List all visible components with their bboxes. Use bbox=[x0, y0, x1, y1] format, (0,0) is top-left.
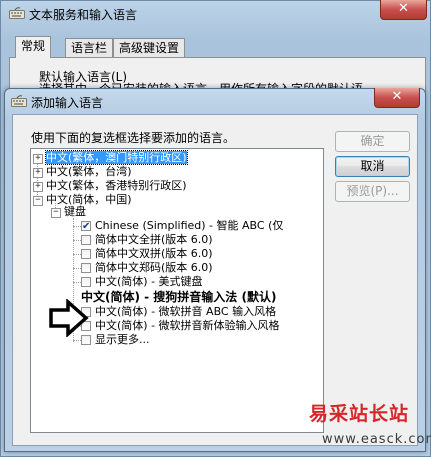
tab-advanced-key-settings[interactable]: 高级键设置 bbox=[113, 38, 186, 58]
tree-item-label: 中文(简体) - 微软拼音新体验输入风格 bbox=[95, 319, 280, 332]
tree-item-label: 中文(简体) - 微软拼音 ABC 输入风格 bbox=[95, 305, 277, 318]
checkbox-us-keyboard[interactable] bbox=[81, 277, 91, 287]
tree-item-zhengma[interactable]: 简体中文郑码(版本 6.0) bbox=[95, 261, 213, 275]
arrow-right-icon bbox=[49, 299, 89, 337]
watermark-brand: 易采站长站 bbox=[309, 403, 410, 425]
window-title: 文本服务和输入语言 bbox=[29, 8, 138, 22]
tree-item-label: 中文(简体) - 搜狗拼音输入法 (默认) bbox=[81, 290, 277, 304]
preview-button[interactable]: 预览(P)... bbox=[335, 181, 410, 202]
tree-item-label: 中文(简体，中国) bbox=[46, 193, 132, 206]
checkbox-quanpin[interactable] bbox=[81, 235, 91, 245]
tree-item-us-keyboard[interactable]: 中文(简体) - 美式键盘 bbox=[95, 275, 203, 289]
tree-item-keyboard[interactable]: 键盘 bbox=[64, 205, 86, 219]
cancel-button[interactable]: 取消 bbox=[335, 156, 410, 177]
tree-item-label: 键盘 bbox=[64, 205, 86, 218]
tree-item-label: 中文(简体) - 美式键盘 bbox=[95, 275, 203, 288]
tree-item-label: Chinese (Simplified) - 智能 ABC (仅 bbox=[95, 219, 284, 232]
ok-button[interactable]: 确定 bbox=[335, 131, 410, 152]
tree-item-show-more[interactable]: 显示更多... bbox=[95, 333, 150, 347]
keyboard-icon bbox=[11, 95, 27, 107]
tree-item-macau[interactable]: 中文(繁体，澳门特别行政区) bbox=[45, 150, 188, 165]
expand-icon[interactable]: + bbox=[33, 154, 43, 164]
tab-language-bar[interactable]: 语言栏 bbox=[65, 38, 114, 58]
watermark-url: www.easck.com bbox=[322, 432, 431, 447]
tree-item-ms-pinyin-new[interactable]: 中文(简体) - 微软拼音新体验输入风格 bbox=[95, 319, 280, 333]
close-button[interactable]: ✕ bbox=[380, 0, 427, 20]
tree-item-label: 简体中文全拼(版本 6.0) bbox=[95, 233, 213, 246]
dialog-close-button[interactable]: ✕ bbox=[374, 88, 420, 108]
keyboard-icon bbox=[9, 7, 25, 19]
tree-item-smart-abc[interactable]: Chinese (Simplified) - 智能 ABC (仅 bbox=[95, 219, 283, 233]
tree-item-ms-pinyin-abc[interactable]: 中文(简体) - 微软拼音 ABC 输入风格 bbox=[95, 305, 276, 319]
tree-item-label: 简体中文双拼(版本 6.0) bbox=[95, 247, 213, 260]
tree-item-label: 简体中文郑码(版本 6.0) bbox=[95, 261, 213, 274]
collapse-icon[interactable]: − bbox=[51, 208, 61, 218]
tree-item-shuangpin[interactable]: 简体中文双拼(版本 6.0) bbox=[95, 247, 213, 261]
checkbox-shuangpin[interactable] bbox=[81, 249, 91, 259]
dialog-title: 添加输入语言 bbox=[31, 96, 104, 110]
dialog-body: 使用下面的复选框选择要添加的语言。 确定 取消 预览(P)... + 中文(繁体… bbox=[12, 114, 418, 446]
tree-item-label: 显示更多... bbox=[95, 333, 150, 346]
checkbox-zhengma[interactable] bbox=[81, 263, 91, 273]
instruction-text: 使用下面的复选框选择要添加的语言。 bbox=[31, 131, 236, 145]
expand-icon[interactable]: + bbox=[33, 182, 43, 192]
checkbox-smart-abc[interactable]: ✔ bbox=[81, 221, 91, 232]
tree-item-taiwan[interactable]: 中文(繁体，台湾) bbox=[46, 165, 132, 179]
collapse-icon[interactable]: − bbox=[33, 196, 43, 206]
tree-item-label: 中文(繁体，台湾) bbox=[46, 165, 132, 178]
tree-item-hongkong[interactable]: 中文(繁体，香港特别行政区) bbox=[46, 179, 187, 193]
language-tree[interactable]: + 中文(繁体，澳门特别行政区) + 中文(繁体，台湾) + 中文(繁体，香港特… bbox=[30, 148, 324, 433]
tree-item-label: 中文(繁体，澳门特别行政区) bbox=[45, 150, 188, 165]
tree-item-sogou-default[interactable]: 中文(简体) - 搜狗拼音输入法 (默认) bbox=[81, 290, 276, 304]
tree-item-quanpin[interactable]: 简体中文全拼(版本 6.0) bbox=[95, 233, 213, 247]
tree-item-label: 中文(繁体，香港特别行政区) bbox=[46, 179, 187, 192]
expand-icon[interactable]: + bbox=[33, 168, 43, 178]
add-input-language-dialog: 添加输入语言 ✕ 使用下面的复选框选择要添加的语言。 确定 取消 预览(P)..… bbox=[4, 88, 426, 452]
tab-general[interactable]: 常规 bbox=[15, 36, 52, 58]
tree-item-china[interactable]: 中文(简体，中国) bbox=[46, 193, 132, 207]
